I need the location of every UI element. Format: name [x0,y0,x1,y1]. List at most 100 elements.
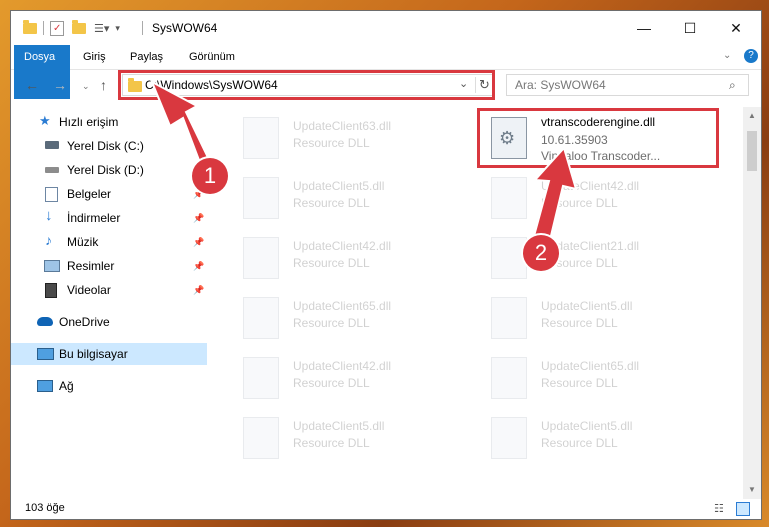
step-badge-2: 2 [523,235,559,271]
file-description: Resource DLL [293,316,370,330]
file-item[interactable]: UpdateClient5.dll Resource DLL [471,291,701,345]
file-name: UpdateClient42.dll [293,239,392,253]
recent-locations-icon[interactable]: ⌄ [82,81,90,92]
sidebar-item-label: Yerel Disk (D:) [67,163,144,177]
dll-file-icon [491,237,527,279]
dll-file-icon [243,117,279,159]
drive-icon [45,141,59,149]
close-button[interactable]: ✕ [713,11,759,45]
sidebar-item-documents[interactable]: Belgeler 📌 [11,183,207,205]
file-name: UpdateClient5.dll [293,179,385,193]
ribbon-expand-icon[interactable]: ⌄ [723,50,731,61]
dll-file-icon [243,177,279,219]
file-item[interactable]: UpdateClient5.dll Resource DLL [471,411,701,465]
divider [142,21,143,35]
properties-icon[interactable]: ✓ [50,20,64,36]
pin-icon[interactable]: 📌 [193,237,204,248]
file-description: Resource DLL [541,376,618,390]
sidebar-item-network[interactable]: Ağ [11,375,207,397]
scroll-up-icon[interactable]: ▲ [748,111,756,120]
search-box[interactable]: Ara: SysWOW64 ⌕ [506,74,749,96]
file-name: UpdateClient42.dll [293,359,392,373]
folder-icon [23,19,37,34]
file-item[interactable]: UpdateClient5.dll Resource DLL [223,171,453,225]
maximize-button[interactable]: ☐ [667,11,713,45]
file-name: UpdateClient42.dll [541,179,640,193]
file-item[interactable]: UpdateClient21.dll Resource DLL [471,231,701,285]
sidebar-item-this-pc[interactable]: Bu bilgisayar [11,343,207,365]
file-description: Resource DLL [293,256,370,270]
sidebar-item-label: Videolar [67,283,111,297]
sidebar-item-music[interactable]: ♪ Müzik 📌 [11,231,207,253]
file-description: Resource DLL [541,436,618,450]
file-item[interactable]: UpdateClient42.dll Resource DLL [223,351,453,405]
forward-button[interactable]: → [53,77,67,93]
file-name: UpdateClient65.dll [541,359,640,373]
sidebar-item-drive-c[interactable]: Yerel Disk (C:) [11,135,207,157]
pin-icon[interactable]: 📌 [193,213,204,224]
documents-icon [45,187,58,202]
address-highlight-box [118,70,495,100]
sidebar-item-label: Belgeler [67,187,112,201]
file-description: Resource DLL [293,196,370,210]
pin-icon[interactable]: 📌 [193,261,204,272]
search-input[interactable]: Ara: SysWOW64 [515,78,606,92]
drive-icon [45,167,59,173]
file-item[interactable]: UpdateClient63.dll Resource DLL [223,111,453,165]
toolbar-dropdown-icon[interactable]: ▾ [115,23,120,34]
scrollbar-thumb[interactable] [747,131,757,171]
file-name: UpdateClient5.dll [541,299,633,313]
help-icon[interactable]: ? [744,49,758,63]
sidebar-item-label: OneDrive [59,315,110,329]
navigation-pane: ★ Hızlı erişim Yerel Disk (C:) Yerel Dis… [11,107,207,499]
file-description: Resource DLL [293,136,370,150]
tab-home[interactable]: Giriş [71,45,118,69]
details-view-icon[interactable]: ☷ [714,502,724,515]
sidebar-item-pictures[interactable]: Resimler 📌 [11,255,207,277]
item-count: 103 öğe [25,502,65,514]
divider [43,21,44,35]
new-folder-icon[interactable] [72,19,86,34]
search-icon[interactable]: ⌕ [729,78,736,93]
sidebar-item-label: İndirmeler [67,211,121,225]
window-title: SysWOW64 [152,21,218,35]
dll-file-icon [491,417,527,459]
scroll-down-icon[interactable]: ▼ [748,485,756,494]
customize-icon[interactable]: ☰▾ [94,22,109,35]
file-item[interactable]: UpdateClient5.dll Resource DLL [223,411,453,465]
sidebar-item-drive-d[interactable]: Yerel Disk (D:) [11,159,207,181]
step-badge-1: 1 [192,158,228,194]
file-item[interactable]: UpdateClient65.dll Resource DLL [471,351,701,405]
tab-share[interactable]: Paylaş [118,45,175,69]
vertical-scrollbar[interactable]: ▲ ▼ [743,107,761,499]
file-item[interactable]: UpdateClient42.dll Resource DLL [223,231,453,285]
back-button[interactable]: ← [25,77,39,93]
music-icon: ♪ [45,232,52,248]
pictures-icon [44,260,60,272]
status-bar: 103 öğe ☷ [11,499,761,519]
quick-access-toolbar: ✓ ☰▾ ▾ [23,19,120,37]
sidebar-item-label: Ağ [59,379,74,393]
file-item[interactable]: UpdateClient42.dll Resource DLL [471,171,701,225]
large-icons-view-icon[interactable] [736,502,750,516]
dll-file-icon [243,237,279,279]
up-button[interactable]: ↑ [100,77,107,93]
network-icon [37,380,53,392]
ribbon: Dosya Giriş Paylaş Görünüm ⌄ ? [11,45,761,99]
file-item[interactable]: UpdateClient65.dll Resource DLL [223,291,453,345]
sidebar-item-videos[interactable]: Videolar 📌 [11,279,207,301]
cloud-icon [37,317,53,326]
tab-view[interactable]: Görünüm [177,45,247,69]
sidebar-item-label: Bu bilgisayar [59,347,128,361]
sidebar-item-quick-access[interactable]: ★ Hızlı erişim [11,111,207,133]
dll-file-icon [491,297,527,339]
minimize-button[interactable]: — [621,11,667,45]
sidebar-item-downloads[interactable]: ↓ İndirmeler 📌 [11,207,207,229]
sidebar-item-onedrive[interactable]: OneDrive [11,311,207,333]
computer-icon [37,348,54,360]
title-bar: ✓ ☰▾ ▾ SysWOW64 — ☐ ✕ [11,11,761,45]
file-description: Resource DLL [541,316,618,330]
dll-file-icon [243,417,279,459]
pin-icon[interactable]: 📌 [193,285,204,296]
file-name: UpdateClient65.dll [293,299,392,313]
